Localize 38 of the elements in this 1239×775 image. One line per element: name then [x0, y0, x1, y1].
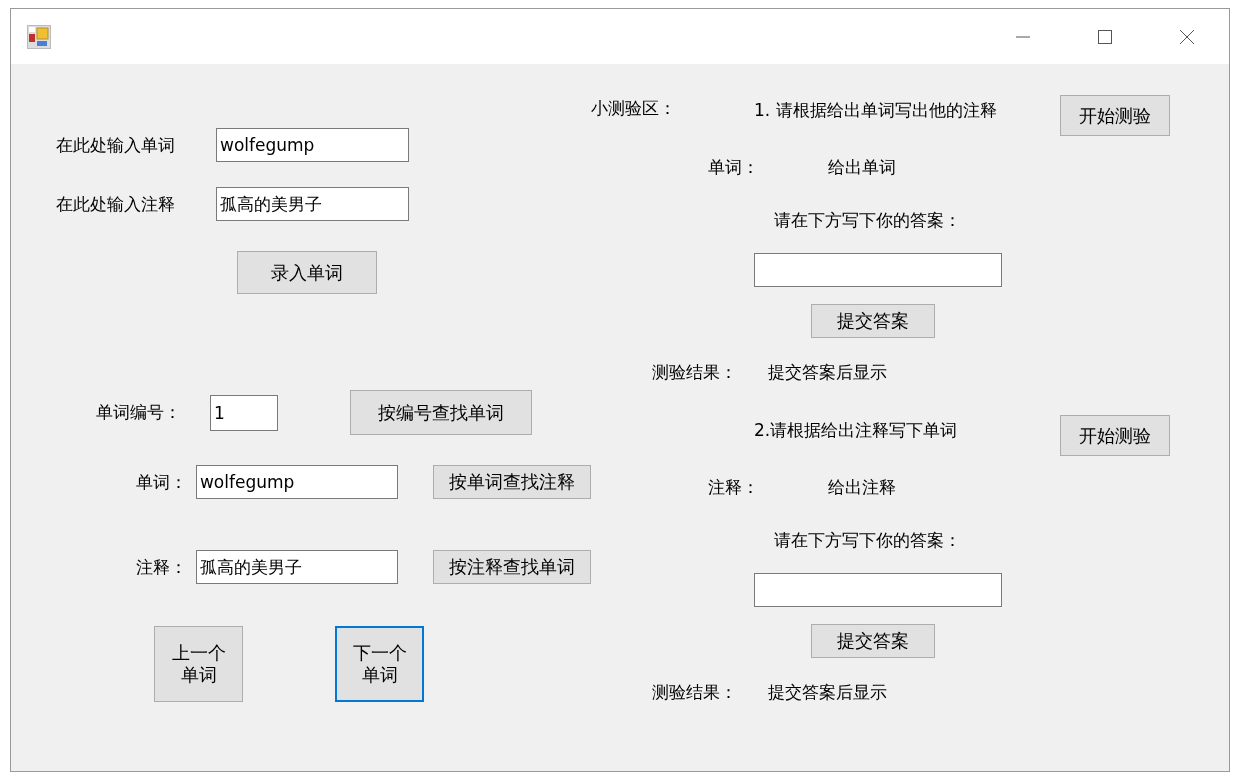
note-input-label: 在此处输入注释 [56, 192, 176, 216]
note-input-field[interactable]: 孤高的美男子 [216, 187, 409, 221]
enter-word-button[interactable]: 录入单词 [237, 251, 377, 294]
result-label: 测验结果： [652, 680, 738, 704]
close-icon[interactable] [1179, 28, 1195, 45]
word-field[interactable]: wolfegump [195, 465, 398, 499]
start-quiz-button[interactable]: 开始测验 [1060, 415, 1170, 456]
note-label: 注释： [136, 555, 188, 579]
start-quiz-button[interactable]: 开始测验 [1060, 95, 1170, 136]
previous-word-button[interactable]: 上一个单词 [154, 626, 243, 702]
answer-prompt: 请在下方写下你的答案： [774, 208, 961, 232]
note-field[interactable]: 孤高的美男子 [195, 550, 398, 584]
quiz-prompt: 2.请根据给出注释写下单词 [754, 419, 959, 442]
answer-field[interactable] [754, 253, 1002, 287]
word-number-label: 单词编号： [96, 401, 182, 424]
word-input-field[interactable]: wolfegump [216, 128, 409, 162]
result-value: 提交答案后显示 [768, 360, 887, 384]
maximize-icon[interactable] [1097, 28, 1113, 45]
word-number-field[interactable]: 1 [210, 394, 278, 431]
quiz-area-title: 小测验区： [591, 98, 676, 118]
result-value: 提交答案后显示 [768, 680, 887, 704]
word-input-label: 在此处输入单词 [56, 133, 176, 157]
find-note-button[interactable]: 按单词查找注释 [432, 465, 591, 499]
given-value: 给出单词 [828, 155, 896, 179]
submit-answer-button[interactable]: 提交答案 [811, 304, 935, 338]
app-icon [27, 24, 51, 49]
quiz-prompt: 1. 请根据给出单词写出他的注释 [754, 99, 998, 122]
answer-prompt: 请在下方写下你的答案： [774, 528, 961, 552]
next-word-button[interactable]: 下一个单词 [335, 626, 424, 702]
find-word-button[interactable]: 按注释查找单词 [432, 550, 591, 584]
find-by-number-button[interactable]: 按编号查找单词 [350, 390, 532, 435]
result-label: 测验结果： [652, 360, 738, 384]
given-label: 单词： [708, 155, 760, 179]
given-value: 给出注释 [828, 475, 896, 499]
word-label: 单词： [136, 470, 188, 494]
submit-answer-button[interactable]: 提交答案 [811, 624, 935, 658]
answer-field[interactable] [754, 573, 1002, 607]
given-label: 注释： [708, 475, 760, 499]
